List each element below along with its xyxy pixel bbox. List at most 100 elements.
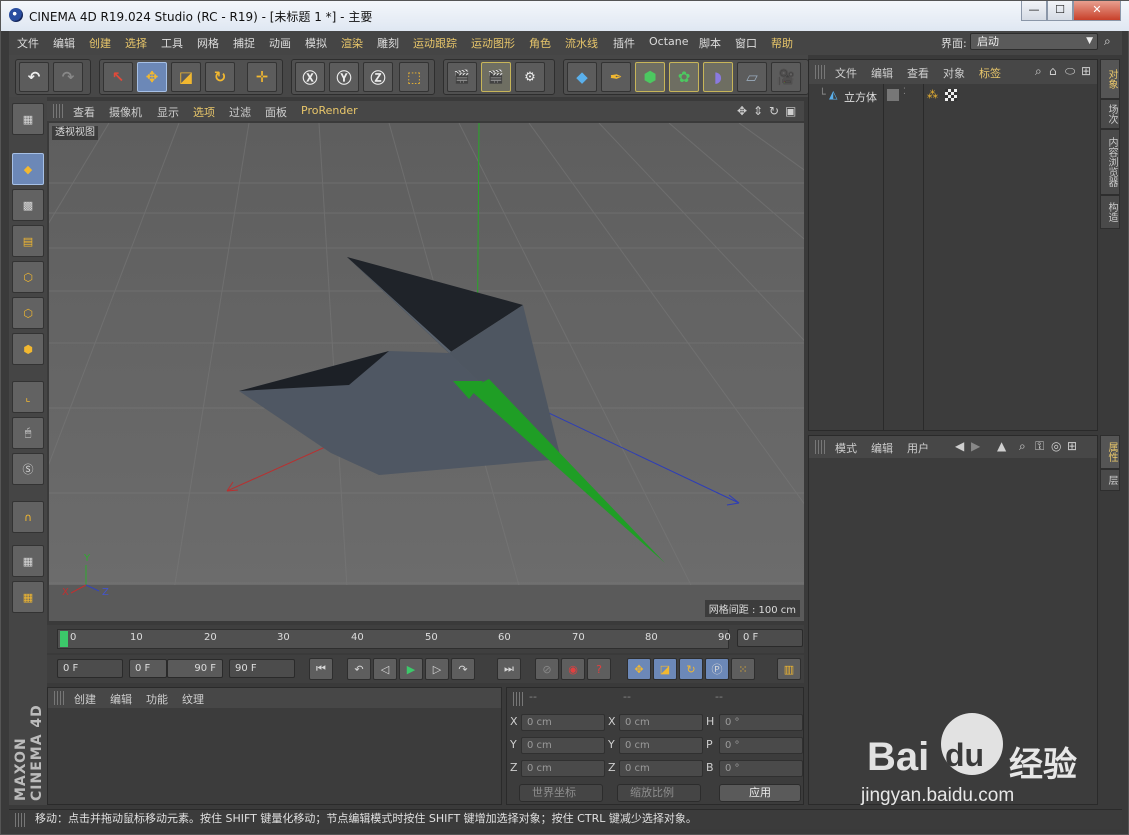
move-icon[interactable]: ✥ <box>137 62 167 92</box>
coord-pos-y-field[interactable]: 0 cm <box>521 737 605 754</box>
spline-pen-icon[interactable]: ✒ <box>601 62 631 92</box>
recent-tool-icon[interactable]: ✛ <box>247 62 277 92</box>
x-axis-lock-icon[interactable]: Ⓧ <box>295 62 325 92</box>
search-icon[interactable]: ⌕ <box>1035 64 1042 79</box>
menu-character[interactable]: 角色 <box>529 35 551 51</box>
model-mode-icon[interactable]: ◆ <box>12 153 44 185</box>
menu-edit[interactable]: 编辑 <box>53 35 75 51</box>
menu-file[interactable]: 文件 <box>17 35 39 51</box>
camera-icon[interactable]: 🎥 <box>771 62 801 92</box>
prev-frame-icon[interactable]: ◁ <box>373 658 397 680</box>
toggle-view-icon[interactable]: ▣ <box>785 104 796 118</box>
menu-animate[interactable]: 动画 <box>269 35 291 51</box>
rotate-icon[interactable]: ↻ <box>205 62 235 92</box>
obj-menu-objects[interactable]: 对象 <box>943 65 965 81</box>
prev-key-icon[interactable]: ↶ <box>347 658 371 680</box>
lock-icon[interactable]: ⚿ <box>1035 439 1044 454</box>
coord-size-z-field[interactable]: 0 cm <box>619 760 703 777</box>
rotate-view-icon[interactable]: ↻ <box>769 104 779 118</box>
coord-size-x-field[interactable]: 0 cm <box>619 714 703 731</box>
y-axis-lock-icon[interactable]: Ⓨ <box>329 62 359 92</box>
z-axis-lock-icon[interactable]: Ⓩ <box>363 62 393 92</box>
attr-menu-mode[interactable]: 模式 <box>835 440 857 456</box>
menu-select[interactable]: 选择 <box>125 35 147 51</box>
menu-pipeline[interactable]: 流水线 <box>565 35 598 51</box>
key-scale-icon[interactable]: ◪ <box>653 658 677 680</box>
next-key-icon[interactable]: ↷ <box>451 658 475 680</box>
obj-menu-view[interactable]: 查看 <box>907 65 929 81</box>
render-picture-viewer-icon[interactable]: 🎬 <box>481 62 511 92</box>
coord-pos-x-field[interactable]: 0 cm <box>521 714 605 731</box>
close-button[interactable]: ✕ <box>1073 1 1121 21</box>
menu-tools[interactable]: 工具 <box>161 35 183 51</box>
planar-workplane-icon[interactable]: ▦ <box>12 581 44 613</box>
layer-icon[interactable] <box>887 89 899 101</box>
playhead[interactable] <box>60 631 68 647</box>
subdivision-icon[interactable]: ⬢ <box>635 62 665 92</box>
live-selection-icon[interactable]: ↖ <box>103 62 133 92</box>
attr-menu-edit[interactable]: 编辑 <box>871 440 893 456</box>
new-panel-icon[interactable]: ⊞ <box>1081 64 1091 78</box>
obj-menu-tags[interactable]: 标签 <box>979 65 1001 81</box>
pin-icon[interactable]: ⬭ <box>1065 64 1075 79</box>
tab-takes[interactable]: 场次 <box>1100 99 1120 129</box>
pointer-icon[interactable]: ▲ <box>997 439 1006 453</box>
key-parameter-icon[interactable]: Ⓟ <box>705 658 729 680</box>
search-icon[interactable]: ⌕ <box>1019 439 1026 454</box>
enable-axis-icon[interactable]: ⌞ <box>12 381 44 413</box>
menu-render[interactable]: 渲染 <box>341 35 363 51</box>
range-start-field[interactable]: 0 F <box>129 659 167 678</box>
end-frame-field[interactable]: 90 F <box>229 659 295 678</box>
vp-menu-view[interactable]: 查看 <box>73 104 95 120</box>
vp-menu-prorender[interactable]: ProRender <box>301 104 358 117</box>
solo-icon[interactable]: Ⓢ <box>12 453 44 485</box>
vp-menu-display[interactable]: 显示 <box>157 104 179 120</box>
undo-icon[interactable]: ↶ <box>19 62 49 92</box>
tab-attributes[interactable]: 属性 <box>1100 435 1120 469</box>
workplane-mode-icon[interactable]: ▤ <box>12 225 44 257</box>
layout-dropdown[interactable]: 启动 ▼ <box>970 33 1098 50</box>
material-tag-icon[interactable]: ⁂ <box>927 88 938 101</box>
coord-rot-p-field[interactable]: 0 ° <box>719 737 803 754</box>
polygon-mode-icon[interactable]: ⬢ <box>12 333 44 365</box>
edge-mode-icon[interactable]: ⬡ <box>12 297 44 329</box>
key-rotation-icon[interactable]: ↻ <box>679 658 703 680</box>
snap-magnet-icon[interactable]: ∩ <box>12 501 44 533</box>
scale-dropdown[interactable]: 缩放比例 <box>617 784 701 802</box>
tab-layers[interactable]: 层 <box>1100 469 1120 491</box>
menu-create[interactable]: 创建 <box>89 35 111 51</box>
menu-script[interactable]: 脚本 <box>699 35 721 51</box>
tab-objects[interactable]: 对象 <box>1100 59 1120 99</box>
obj-menu-edit[interactable]: 编辑 <box>871 65 893 81</box>
tab-content-browser[interactable]: 内容浏览器 <box>1100 129 1120 195</box>
object-row-cube[interactable]: └ ◭ 立方体 ⁚ ⁂ <box>809 86 1097 106</box>
coord-size-y-field[interactable]: 0 cm <box>619 737 703 754</box>
next-frame-icon[interactable]: ▷ <box>425 658 449 680</box>
auto-key-icon[interactable]: ◉ <box>561 658 585 680</box>
range-end-field[interactable]: 90 F <box>167 659 223 678</box>
start-frame-field[interactable]: 0 F <box>57 659 123 678</box>
menu-sculpt[interactable]: 雕刻 <box>377 35 399 51</box>
home-icon[interactable]: ⌂ <box>1049 64 1057 78</box>
coordinate-system-icon[interactable]: ⬚ <box>399 62 429 92</box>
menu-snap[interactable]: 捕捉 <box>233 35 255 51</box>
target-icon[interactable]: ◎ <box>1051 439 1061 453</box>
object-name[interactable]: 立方体 <box>844 89 877 105</box>
timeline-window-icon[interactable]: ▥ <box>777 658 801 680</box>
floor-icon[interactable]: ▱ <box>737 62 767 92</box>
zoom-view-icon[interactable]: ⇕ <box>753 104 763 118</box>
world-coords-dropdown[interactable]: 世界坐标 <box>519 784 603 802</box>
deformer-icon[interactable]: ◗ <box>703 62 733 92</box>
vp-menu-options[interactable]: 选项 <box>193 104 215 120</box>
menu-motion-tracking[interactable]: 运动跟踪 <box>413 35 457 51</box>
minimize-button[interactable]: — <box>1021 1 1047 21</box>
obj-menu-file[interactable]: 文件 <box>835 65 857 81</box>
apply-button[interactable]: 应用 <box>719 784 801 802</box>
key-position-icon[interactable]: ✥ <box>627 658 651 680</box>
vp-menu-camera[interactable]: 摄像机 <box>109 104 142 120</box>
render-settings-icon[interactable]: ⚙ <box>515 62 545 92</box>
menu-mesh[interactable]: 网格 <box>197 35 219 51</box>
texture-tag-icon[interactable] <box>945 89 957 101</box>
menu-plugins[interactable]: 插件 <box>613 35 635 51</box>
timeline[interactable]: 0 10 20 30 40 50 60 70 80 90 0 F <box>47 625 804 653</box>
